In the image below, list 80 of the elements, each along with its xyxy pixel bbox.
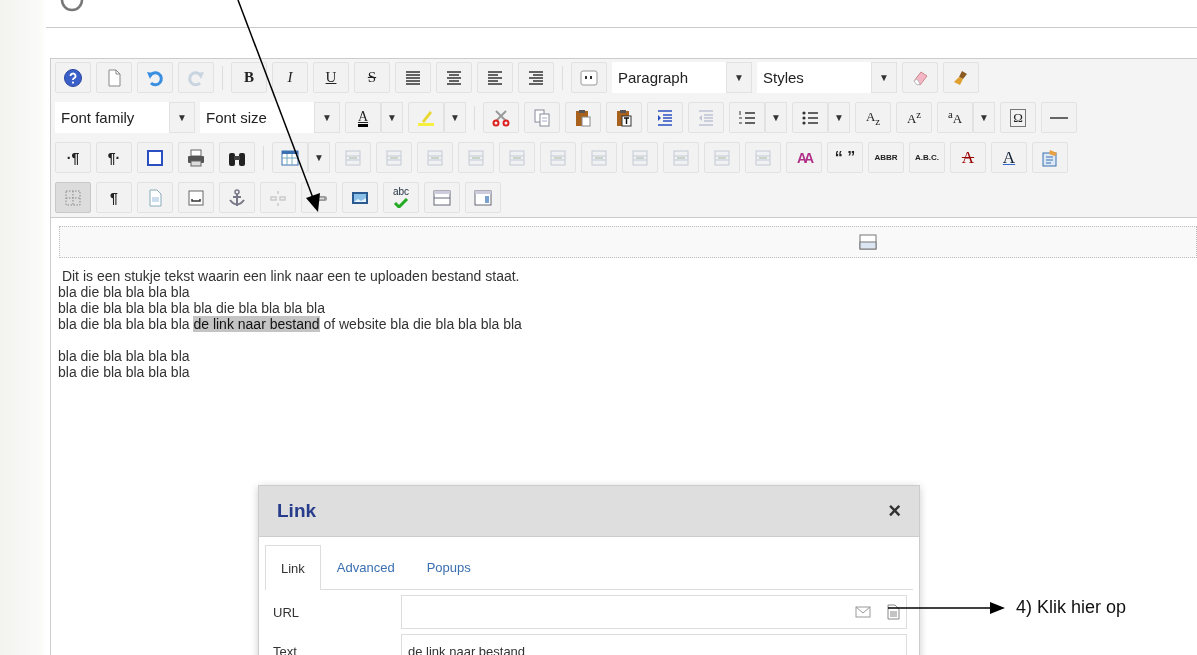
toolbar-button[interactable]: A$^{z}$ [896,102,932,133]
help-icon [63,67,83,88]
fullscreen-icon [145,147,165,168]
toolbar-button[interactable]: B [231,62,267,93]
toolbar-button[interactable]: U [313,62,349,93]
field-label: Text [273,643,298,655]
toolbar-button[interactable]: S [354,62,390,93]
table-tool-icon [589,147,609,168]
close-button[interactable]: × [888,498,901,524]
scissors-icon [491,107,511,128]
toolbar-button[interactable]: ABBR [868,142,904,173]
table-tool-icon [671,147,691,168]
template-icon [473,187,493,208]
table-tool-icon [753,147,773,168]
toolbar-button[interactable]: ¶· [96,142,132,173]
text-line: bla die bla bla bla bla [58,284,191,300]
outdent-icon [696,107,716,128]
table-icon [280,147,300,168]
quote-icon [579,67,599,88]
toolbar-button[interactable]: ·¶ [55,142,91,173]
field-label: URL [273,604,300,620]
table-row-icon [859,234,877,250]
toolbar-button[interactable]: AA [786,142,822,173]
annotation-text: 4) Klik hier op [1016,597,1127,618]
toolbar-button[interactable]: A [345,102,381,133]
url-field[interactable] [401,595,907,629]
table-row-icon [432,187,452,208]
toolbar-button[interactable] [272,142,308,173]
toolbar-button[interactable] [178,142,214,173]
text-line: bla die bla bla bla bla de link naar bestand of website bla die bla bla bla bla [58,316,523,332]
toolbar-button[interactable] [137,142,173,173]
toolbar-button[interactable]: A.B.C. [909,142,945,173]
table-tool-icon [712,147,732,168]
toolbar-button[interactable]: I [272,62,308,93]
table-tool-icon [384,147,404,168]
dotted-grid-icon [63,187,83,208]
text-line: Dit is een stukje tekst waarin een link naar een te uploaden bestand staat. [60,268,521,284]
dropdown-arrow-button[interactable]: ▼ [444,102,466,133]
toolbar-button[interactable]: A$_{z}$ [855,102,891,133]
dropdown-arrow-button[interactable]: ▼ [973,102,995,133]
dropdown-arrow-button[interactable]: ▼ [765,102,787,133]
toolbar-button[interactable]: A [950,142,986,173]
text-line: bla die bla bla bla bla [58,364,191,380]
tab[interactable]: Popups [410,545,487,589]
text-line: bla die bla bla bla bla bla die bla bla bla bla [58,300,326,316]
clipboard-icon [614,107,634,128]
toolbar-button[interactable]: A [991,142,1027,173]
toolbar-button[interactable] [342,182,378,213]
dialog-title: Link [277,500,317,522]
toolbar-button[interactable] [219,142,255,173]
clipboard-icon [573,107,593,128]
page-break-icon [186,187,206,208]
indent-icon [655,107,675,128]
copy-icon [532,107,552,128]
tab[interactable]: Link [265,545,321,590]
dropdown-arrow-button[interactable]: ▼ [381,102,403,133]
table-tool-icon [466,147,486,168]
table-tool-icon [507,147,527,168]
form-icon [1040,147,1060,168]
table-tool-icon [548,147,568,168]
text-field[interactable]: de link naar bestand [401,634,907,655]
envelope-icon[interactable] [855,606,871,618]
toolbar-button[interactable]: “ ” [827,142,863,173]
text-line: bla die bla bla bla bla [58,348,191,364]
table-tool-icon [343,147,363,168]
toolbar-button[interactable]: Ω [1000,102,1036,133]
dropdown-arrow-button[interactable]: ▼ [828,102,850,133]
horizontal-rule-icon [1050,116,1068,119]
toolbar-button[interactable]: abc [383,182,419,213]
checkmark-icon [393,198,409,208]
document-icon[interactable] [887,604,900,620]
dropdown-arrow-button[interactable]: ▼ [308,142,330,173]
toolbar-button[interactable]: ¶ [96,182,132,213]
table-tool-icon [425,147,445,168]
table-tool-icon [630,147,650,168]
anchor-icon [227,187,247,208]
printer-icon [186,147,206,168]
toolbar-button[interactable] [606,102,642,133]
toolbar-button[interactable]: $^{a}$A [937,102,973,133]
tab[interactable]: Advanced [320,545,411,589]
